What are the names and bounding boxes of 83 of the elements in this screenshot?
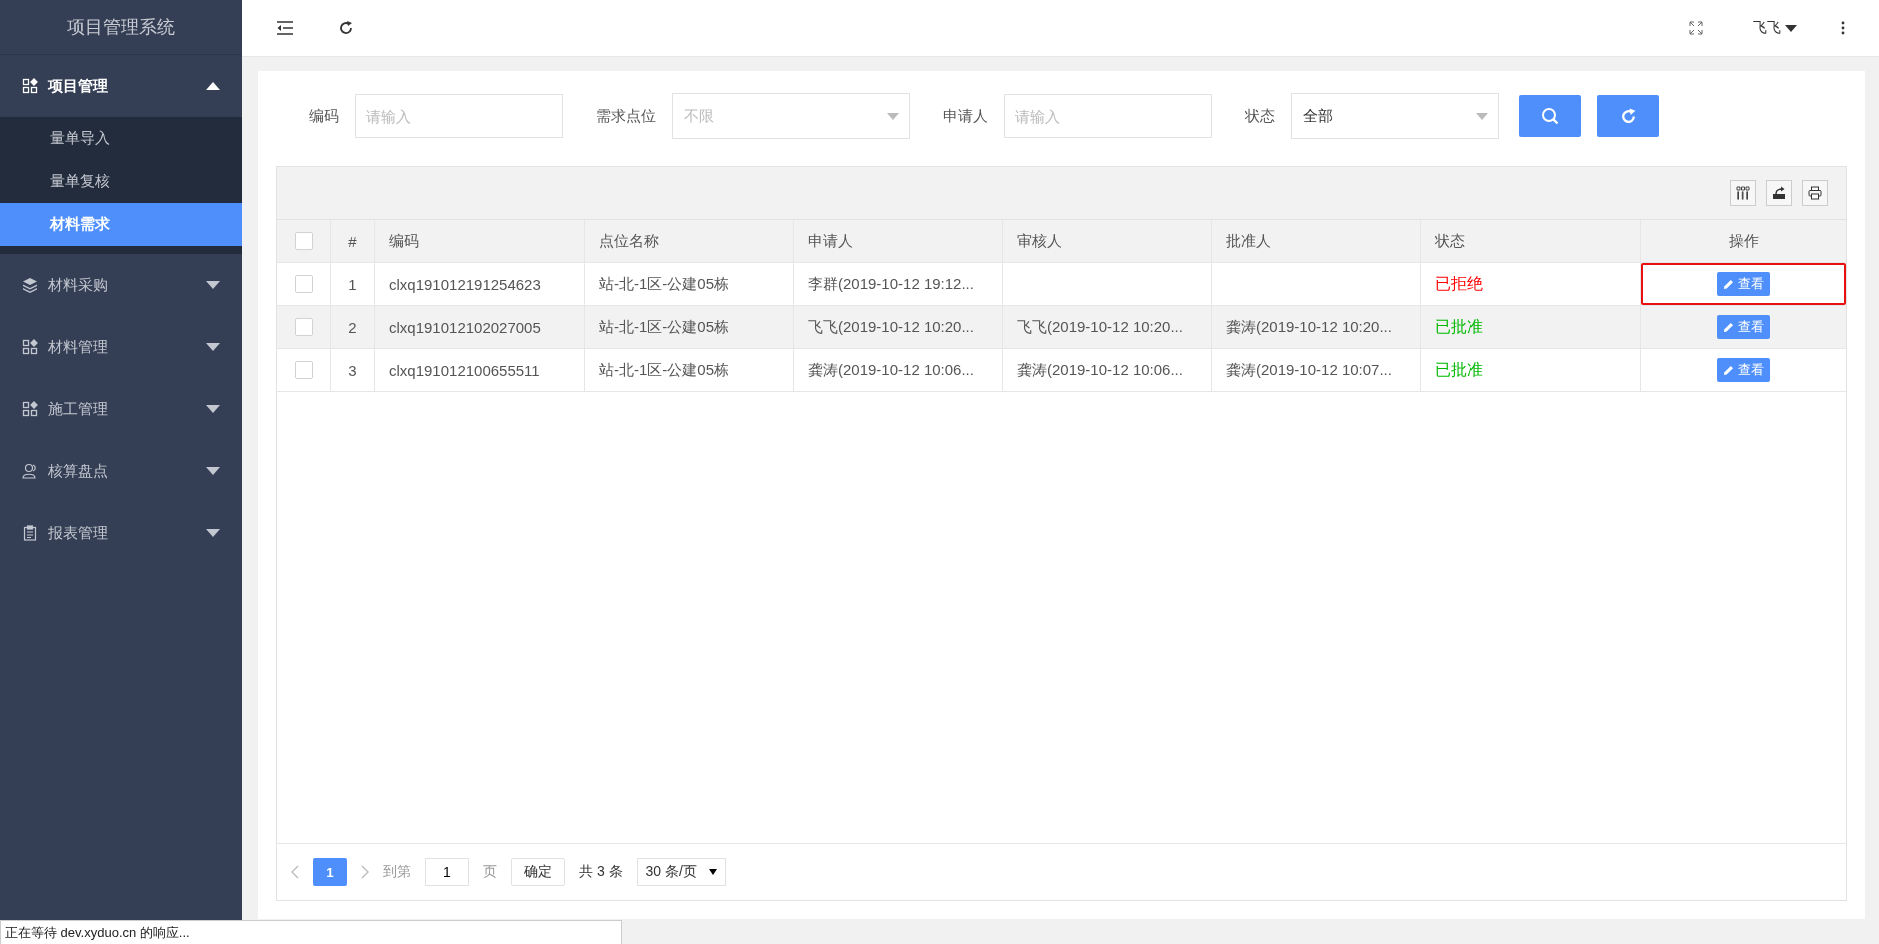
column-header: 操作 bbox=[1727, 230, 1760, 251]
caret-icon bbox=[1785, 24, 1797, 32]
caret-icon bbox=[206, 529, 220, 537]
page-unit-label: 页 bbox=[483, 863, 497, 881]
column-header: 状态 bbox=[1421, 220, 1641, 262]
sidebar-item[interactable]: 报表管理 bbox=[0, 502, 242, 564]
next-page-icon[interactable] bbox=[361, 865, 369, 879]
search-icon bbox=[1541, 107, 1559, 125]
sidebar-item[interactable]: 材料采购 bbox=[0, 254, 242, 316]
column-header: 批准人 bbox=[1212, 220, 1421, 262]
columns-icon bbox=[1736, 186, 1750, 200]
table-cell: 龚涛(2019-10-12 10:06... bbox=[808, 360, 974, 380]
page-input[interactable]: 1 bbox=[425, 858, 469, 886]
table-cell: clxq191012100655511 bbox=[389, 361, 540, 379]
table-cell: 站-北-1区-公建05栋 bbox=[599, 317, 729, 337]
caret-icon bbox=[708, 869, 717, 875]
caret-icon bbox=[1476, 112, 1488, 120]
export-icon bbox=[1772, 186, 1786, 200]
prev-page-icon[interactable] bbox=[291, 865, 299, 879]
pencil-icon bbox=[1723, 278, 1734, 290]
column-header: 申请人 bbox=[794, 220, 1003, 262]
row-checkbox[interactable] bbox=[294, 275, 313, 293]
pencil-icon bbox=[1723, 321, 1734, 333]
table-cell: 3 bbox=[331, 349, 375, 391]
submenu-item[interactable]: 量单复核 bbox=[0, 160, 242, 203]
status-text: 已批准 bbox=[1435, 316, 1483, 337]
caret-icon bbox=[206, 281, 220, 289]
table-cell: 飞飞(2019-10-12 10:20... bbox=[1017, 317, 1183, 337]
columns-button[interactable] bbox=[1730, 180, 1756, 206]
goto-label: 到第 bbox=[383, 863, 411, 881]
table-cell: clxq191012102027005 bbox=[389, 318, 541, 336]
confirm-button[interactable]: 确定 bbox=[511, 858, 565, 886]
table-cell: 龚涛(2019-10-12 10:20... bbox=[1226, 317, 1392, 337]
reset-button[interactable] bbox=[1597, 95, 1659, 137]
sidebar-item[interactable]: 材料管理 bbox=[0, 316, 242, 378]
filter-label: 状态 bbox=[1244, 106, 1276, 126]
caret-icon bbox=[206, 467, 220, 475]
submenu-item[interactable]: 量单导入 bbox=[0, 117, 242, 160]
row-checkbox[interactable] bbox=[294, 318, 313, 336]
table-cell: 2 bbox=[331, 306, 375, 348]
table-cell: clxq191012191254623 bbox=[389, 275, 541, 293]
column-header: 点位名称 bbox=[585, 220, 794, 262]
caret-icon bbox=[206, 405, 220, 413]
select-field[interactable]: 全部 bbox=[1291, 93, 1499, 139]
menu-fold-icon[interactable] bbox=[276, 20, 294, 36]
table-cell: 龚涛(2019-10-12 10:06... bbox=[1017, 360, 1183, 380]
column-header: # bbox=[331, 220, 375, 262]
table-cell: 李群(2019-10-12 19:12... bbox=[808, 274, 974, 294]
status-bar: 正在等待 dev.xyduo.cn 的响应... bbox=[0, 920, 622, 944]
status-text: 已批准 bbox=[1435, 359, 1483, 380]
refresh-icon[interactable] bbox=[338, 20, 354, 36]
print-icon bbox=[1808, 186, 1822, 200]
table-cell: 1 bbox=[331, 263, 375, 305]
table-cell: 站-北-1区-公建05栋 bbox=[599, 274, 729, 294]
filter-label: 需求点位 bbox=[595, 106, 657, 126]
more-icon[interactable] bbox=[1841, 21, 1845, 35]
row-checkbox[interactable] bbox=[294, 361, 313, 379]
sidebar-item[interactable]: 施工管理 bbox=[0, 378, 242, 440]
export-button[interactable] bbox=[1766, 180, 1792, 206]
fullscreen-icon[interactable] bbox=[1689, 21, 1703, 35]
table-cell: 龚涛(2019-10-12 10:07... bbox=[1226, 360, 1392, 380]
print-button[interactable] bbox=[1802, 180, 1828, 206]
select-all-checkbox[interactable] bbox=[294, 232, 313, 250]
user-menu[interactable]: 飞飞 bbox=[1753, 19, 1797, 37]
table-cell: 站-北-1区-公建05栋 bbox=[599, 360, 729, 380]
filter-label: 申请人 bbox=[942, 106, 989, 126]
column-header: 审核人 bbox=[1003, 220, 1212, 262]
status-text: 已拒绝 bbox=[1435, 273, 1483, 294]
column-header: 编码 bbox=[375, 220, 585, 262]
caret-icon bbox=[206, 343, 220, 351]
sidebar-item[interactable]: 核算盘点 bbox=[0, 440, 242, 502]
refresh-icon bbox=[1619, 107, 1637, 125]
caret-icon bbox=[206, 82, 220, 90]
pencil-icon bbox=[1723, 364, 1734, 376]
sidebar-item[interactable]: 项目管理 bbox=[0, 55, 242, 117]
caret-icon bbox=[887, 112, 899, 120]
input-field[interactable]: 请输入 bbox=[355, 94, 563, 138]
table-cell: 飞飞(2019-10-12 10:20... bbox=[808, 317, 974, 337]
page-size-select[interactable]: 30 条/页 bbox=[636, 858, 726, 886]
filter-label: 编码 bbox=[308, 106, 340, 126]
total-count: 共 3 条 bbox=[579, 863, 623, 881]
input-field[interactable]: 请输入 bbox=[1004, 94, 1212, 138]
search-button[interactable] bbox=[1519, 95, 1581, 137]
